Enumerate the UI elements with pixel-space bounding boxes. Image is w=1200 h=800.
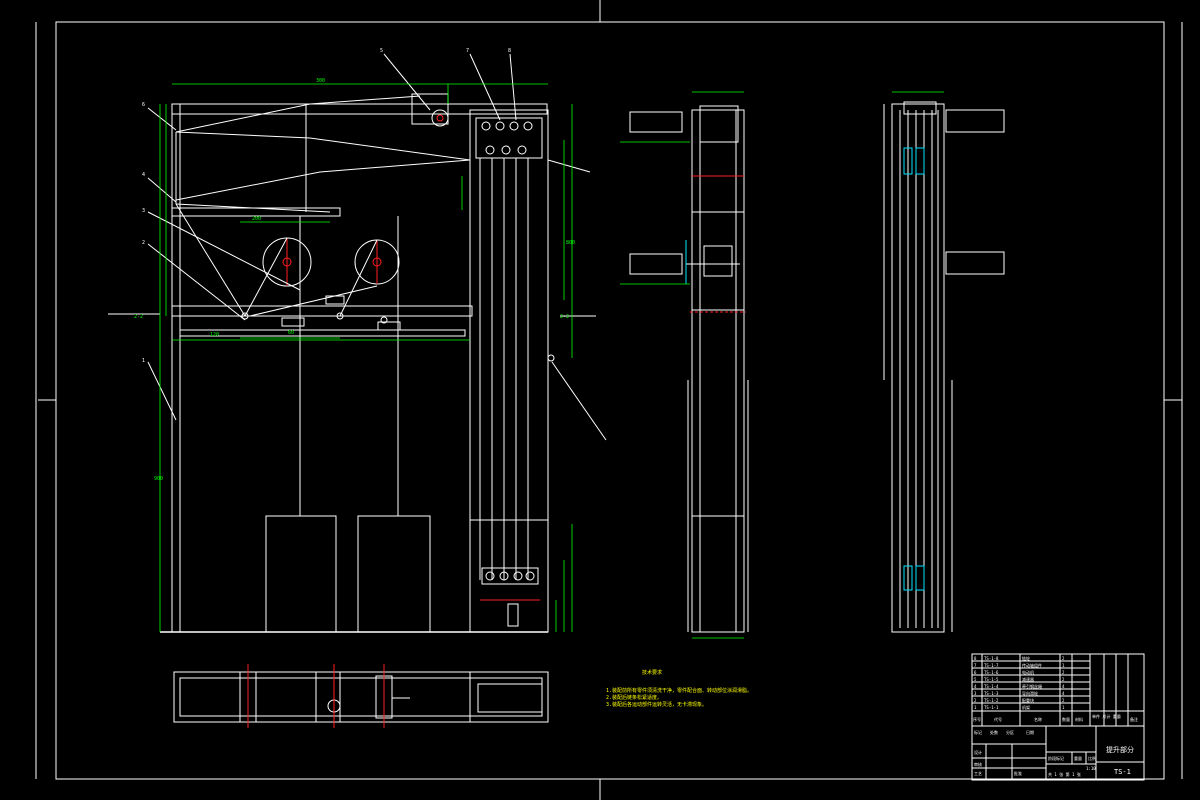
dim-900: 900	[154, 476, 163, 482]
parts-row-no: 3	[974, 691, 977, 696]
parts-row-code: TS-1-7	[984, 663, 999, 668]
plan-view	[173, 664, 549, 728]
drawing-number: TS-1	[1114, 768, 1131, 776]
header-qty: 数量	[1062, 716, 1070, 722]
parts-row-qty: 2	[1062, 656, 1065, 661]
notes-title: 技术要求	[642, 669, 662, 676]
stage-label: 比例	[1088, 755, 1096, 761]
parts-row-name: 电动机	[1022, 669, 1034, 675]
sign-label: 处数	[990, 729, 998, 735]
parts-row-code: TS-1-2	[984, 698, 999, 703]
parts-row-qty: 2	[1062, 670, 1065, 675]
parts-row-no: 4	[974, 684, 977, 689]
parts-list-text: 8 TS-1-8 链轮 2 7 TS-1-7 传动轴组件 1 6 TS-1-6 …	[973, 655, 1138, 777]
header-remark: 备注	[1130, 716, 1138, 722]
parts-row-no: 8	[974, 656, 977, 661]
sign-label: 日期	[1026, 729, 1034, 735]
sign-label: 标记	[974, 729, 982, 735]
parts-row-no: 7	[974, 663, 977, 668]
balloon-labels: 6 7 8 5 4 3 2 1 300 900 800 200 120 60 2…	[134, 48, 575, 482]
balloon-2: 2	[142, 240, 145, 246]
parts-row-code: TS-1-3	[984, 691, 999, 696]
parts-row-qty: 4	[1062, 691, 1065, 696]
parts-row-qty: 2	[1062, 677, 1065, 682]
parts-row-code: TS-1-1	[984, 705, 999, 710]
dim-60: 60	[288, 330, 294, 336]
stage-label: 重量	[1074, 755, 1082, 761]
header-material: 材料	[1075, 716, 1083, 722]
parts-row-name: 机架	[1022, 704, 1030, 710]
balloon-8: 8	[508, 48, 511, 54]
note-2: 2.装配后链条松紧适度。	[606, 694, 662, 701]
drawing-name: 提升部分	[1106, 745, 1134, 754]
dim-300-top: 300	[316, 78, 325, 84]
parts-row-name: 牵引钢丝绳	[1022, 683, 1042, 689]
dim-200: 200	[252, 216, 261, 222]
header-name: 名称	[1034, 716, 1042, 722]
balloon-5: 5	[380, 48, 383, 54]
sheet-border	[35, 0, 1183, 800]
parts-row-no: 2	[974, 698, 977, 703]
section-mark-right: 2-2	[560, 314, 569, 320]
parts-row-name: 传动轴组件	[1022, 662, 1042, 668]
front-dimensions	[159, 83, 573, 632]
parts-row-no: 5	[974, 677, 977, 682]
note-1: 1.装配前所有零件须清洗干净，零件配合面、转动部位涂润滑脂。	[606, 687, 752, 694]
sign-label: 设计	[974, 749, 982, 755]
balloon-7: 7	[466, 48, 469, 54]
parts-row-name: 配重块	[1022, 697, 1034, 703]
sign-label: 审核	[974, 761, 982, 767]
balloon-6: 6	[142, 102, 145, 108]
parts-row-code: TS-1-5	[984, 677, 999, 682]
stage-label: 阶段标记	[1048, 755, 1064, 761]
parts-row-qty: 2	[1062, 698, 1065, 703]
sign-label: 分区	[1006, 729, 1014, 735]
header-no: 序号	[973, 716, 981, 722]
section-mark-left: 2-2	[134, 314, 143, 320]
sign-label: 工艺	[974, 771, 982, 776]
parts-row-code: TS-1-4	[984, 684, 999, 689]
balloon-3: 3	[142, 208, 145, 214]
technical-notes: 技术要求 1.装配前所有零件须清洗干净，零件配合面、转动部位涂润滑脂。 2.装配…	[606, 669, 752, 708]
parts-row-name: 链轮	[1022, 655, 1030, 661]
note-3: 3.装配后各运动部件运转灵活，无卡滞现象。	[606, 701, 707, 708]
balloon-1: 1	[142, 358, 145, 364]
side-view	[620, 91, 749, 639]
parts-row-name: 导向滑轮	[1022, 690, 1038, 696]
parts-row-qty: 1	[1062, 705, 1065, 710]
parts-row-name: 减速器	[1022, 676, 1034, 682]
sheet-count: 共 1 张 第 1 张	[1048, 771, 1081, 777]
cad-drawing: 6 7 8 5 4 3 2 1 300 900 800 200 120 60 2…	[35, 0, 1183, 800]
dim-800: 800	[566, 240, 575, 246]
parts-row-no: 6	[974, 670, 977, 675]
parts-row-code: TS-1-6	[984, 670, 999, 675]
dim-120: 120	[210, 332, 219, 338]
front-view	[108, 53, 607, 633]
scale-value: 1:10	[1086, 766, 1096, 771]
end-view	[883, 91, 1005, 633]
parts-row-no: 1	[974, 705, 977, 710]
header-weight: 单件 总计 重量	[1092, 713, 1121, 719]
parts-row-qty: 4	[1062, 684, 1065, 689]
header-code: 代号	[994, 716, 1002, 722]
balloon-4: 4	[142, 172, 145, 178]
parts-row-qty: 1	[1062, 663, 1065, 668]
sign-label: 批准	[1014, 770, 1022, 776]
parts-row-code: TS-1-8	[984, 656, 999, 661]
